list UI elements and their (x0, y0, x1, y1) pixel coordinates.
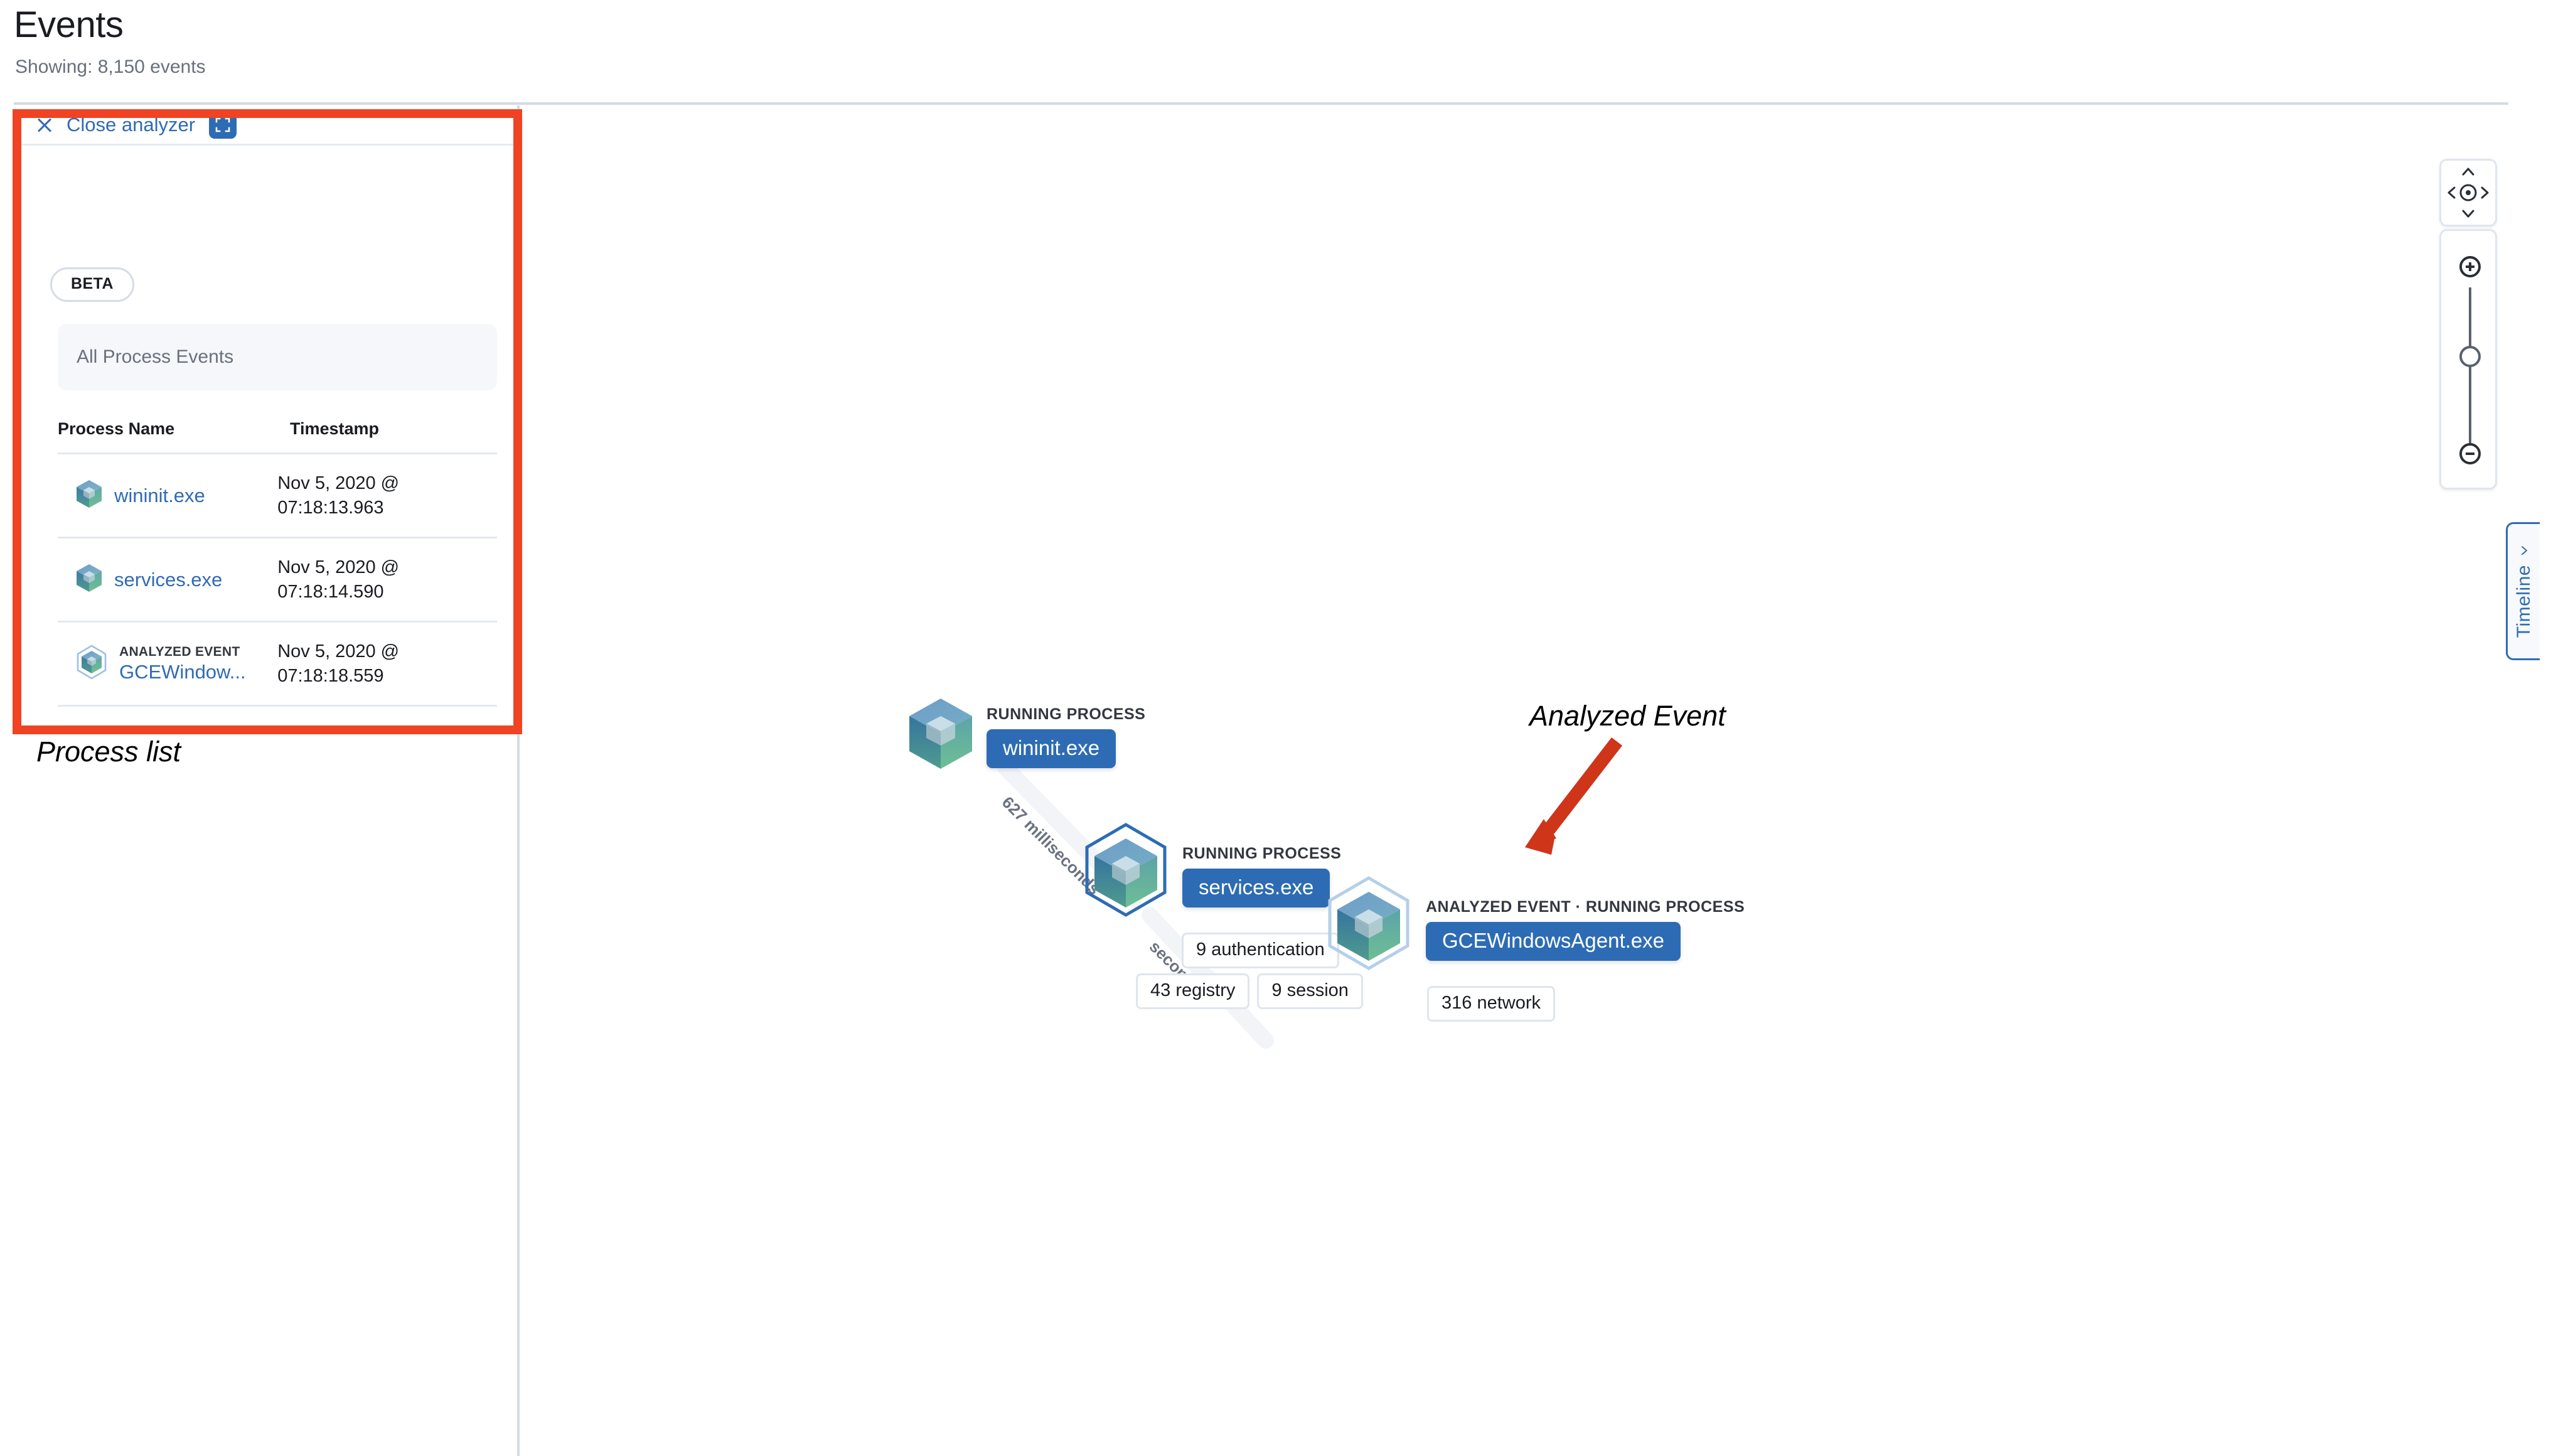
chevron-up-icon (2462, 168, 2474, 176)
timeline-tab[interactable]: Timeline (2506, 522, 2540, 660)
chevron-right-icon (2481, 186, 2489, 199)
column-header-timestamp: Timestamp (290, 419, 380, 438)
table-row[interactable]: ANALYZED EVENT GCEWindow... Nov 5, 2020 … (58, 623, 497, 707)
zoom-out-button[interactable] (2459, 443, 2481, 464)
cube-icon (75, 479, 103, 512)
process-link[interactable]: services.exe (114, 569, 222, 591)
node-label-pill[interactable]: GCEWindowsAgent.exe (1426, 922, 1681, 961)
process-table-header: Process Name Timestamp (58, 419, 497, 454)
node-kind-label: RUNNING PROCESS (1182, 845, 1342, 862)
chevron-left-icon (2447, 186, 2456, 199)
cube-icon (75, 563, 103, 596)
column-header-process-name: Process Name (58, 419, 175, 438)
zoom-in-button[interactable] (2459, 256, 2481, 277)
chevron-down-icon (2462, 210, 2474, 218)
annotation-arrow (1525, 737, 1622, 855)
process-name-cell: ANALYZED EVENT GCEWindow... (58, 644, 277, 683)
node-label-pill[interactable]: wininit.exe (987, 729, 1116, 768)
process-name-cell: services.exe (58, 563, 277, 596)
page-title: Events (14, 4, 124, 45)
timeline-tab-label: Timeline (2513, 564, 2534, 638)
process-table: Process Name Timestamp wininit.exe Nov 5… (58, 419, 497, 707)
breadcrumb[interactable]: All Process Events (58, 324, 497, 390)
process-name-cell: wininit.exe (58, 479, 277, 512)
table-row[interactable]: wininit.exe Nov 5, 2020 @ 07:18:13.963 (58, 454, 497, 538)
node-kind-label: RUNNING PROCESS (987, 705, 1146, 723)
analyzer-topbar: Close analyzer (16, 105, 517, 146)
node-badge-row: 316 network (1427, 986, 1555, 1022)
process-link[interactable]: GCEWindow... (119, 661, 246, 683)
status-badge[interactable]: 316 network (1427, 986, 1555, 1022)
zoom-control-group[interactable] (2439, 229, 2497, 490)
close-analyzer-button[interactable]: Close analyzer (67, 114, 195, 136)
timestamp-cell: Nov 5, 2020 @ 07:18:18.559 (277, 641, 400, 686)
process-link[interactable]: wininit.exe (114, 484, 205, 507)
node-badge-row: 9 authentication (1182, 933, 1339, 968)
events-count-label: Showing: 8,150 events (15, 56, 206, 77)
header-divider (14, 102, 2508, 105)
chevron-left-icon (2521, 545, 2527, 555)
analyzer-panel: Close analyzer BETA All Process Events P… (16, 105, 520, 1456)
close-x-icon[interactable] (34, 114, 55, 136)
analyzed-event-tag: ANALYZED EVENT (119, 644, 240, 659)
timestamp-cell: Nov 5, 2020 @ 07:18:14.590 (277, 557, 400, 602)
app-root: Events Showing: 8,150 events Close analy… (0, 0, 2573, 1456)
status-badge[interactable]: 9 authentication (1182, 933, 1339, 968)
zoom-slider-knob[interactable] (2459, 346, 2481, 367)
annotation-label-process-list: Process list (36, 736, 181, 768)
pan-control-group[interactable] (2439, 159, 2497, 227)
cube-icon (906, 695, 975, 775)
cube-hex-icon (1079, 821, 1172, 931)
fullscreen-icon[interactable] (209, 110, 237, 139)
status-badge[interactable]: 43 registry (1136, 973, 1250, 1009)
timestamp-cell: Nov 5, 2020 @ 07:18:13.963 (277, 473, 400, 518)
table-row[interactable]: services.exe Nov 5, 2020 @ 07:18:14.590 (58, 538, 497, 623)
cube-hex-icon (1322, 874, 1415, 984)
beta-badge: BETA (50, 267, 134, 302)
cube-hex-icon (75, 645, 108, 683)
node-label-pill[interactable]: services.exe (1182, 869, 1330, 907)
